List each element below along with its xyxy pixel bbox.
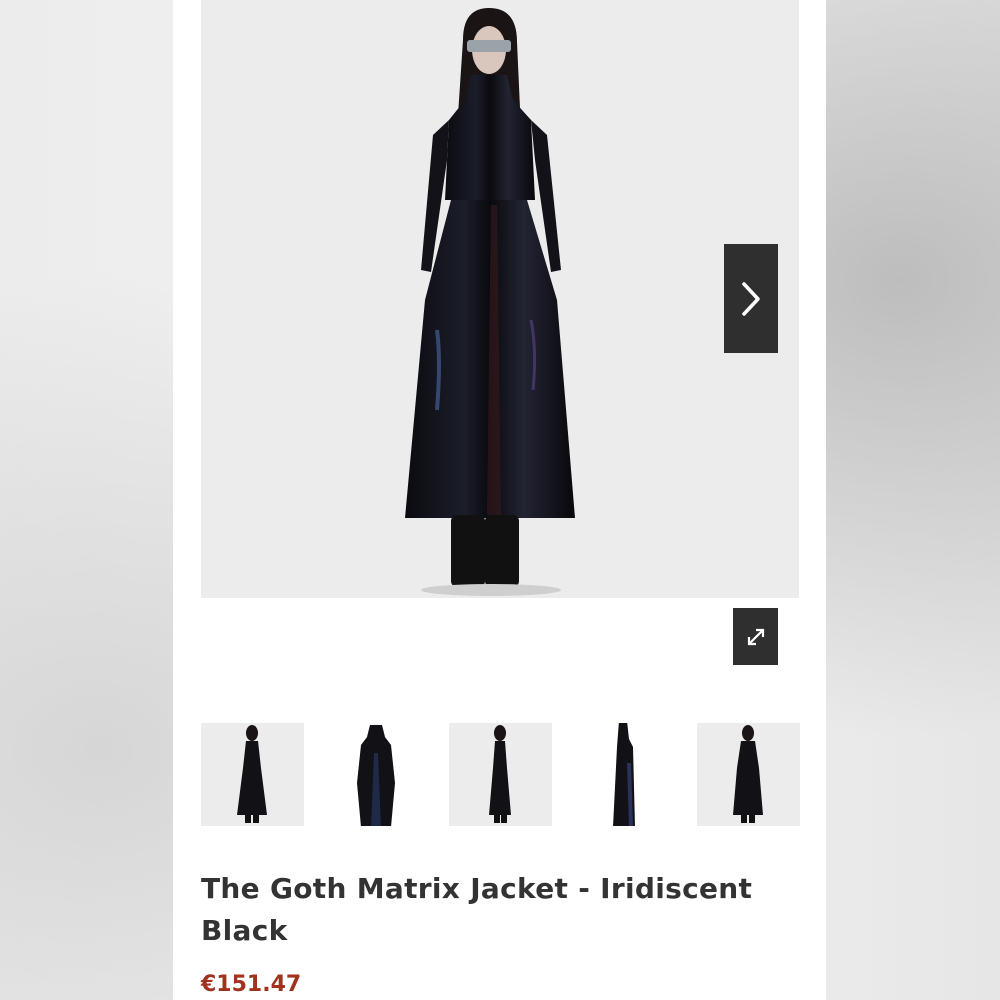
thumbnail-figure [613, 723, 635, 826]
thumbnail-figure [357, 725, 395, 826]
thumbnail-figure [489, 725, 511, 823]
expand-arrows-icon [747, 628, 764, 645]
thumbnail-strip [201, 723, 800, 826]
thumbnail-figure [237, 725, 267, 823]
product-title: The Goth Matrix Jacket - Iridiscent Blac… [201, 872, 753, 947]
fullscreen-button[interactable] [733, 608, 778, 665]
next-image-button[interactable] [724, 244, 778, 353]
thumbnail-1[interactable] [201, 723, 304, 826]
product-card: The Goth Matrix Jacket - Iridiscent Blac… [173, 0, 826, 1000]
product-main-image[interactable] [201, 0, 799, 598]
chevron-right-icon [742, 281, 760, 316]
thumbnail-3[interactable] [449, 723, 552, 826]
thumbnail-2[interactable] [325, 723, 428, 826]
thumbnail-figure [733, 725, 763, 823]
thumbnail-5[interactable] [697, 723, 800, 826]
product-price: €151.47 [201, 972, 302, 997]
thumbnail-4[interactable] [573, 723, 676, 826]
model-figure [405, 8, 575, 596]
